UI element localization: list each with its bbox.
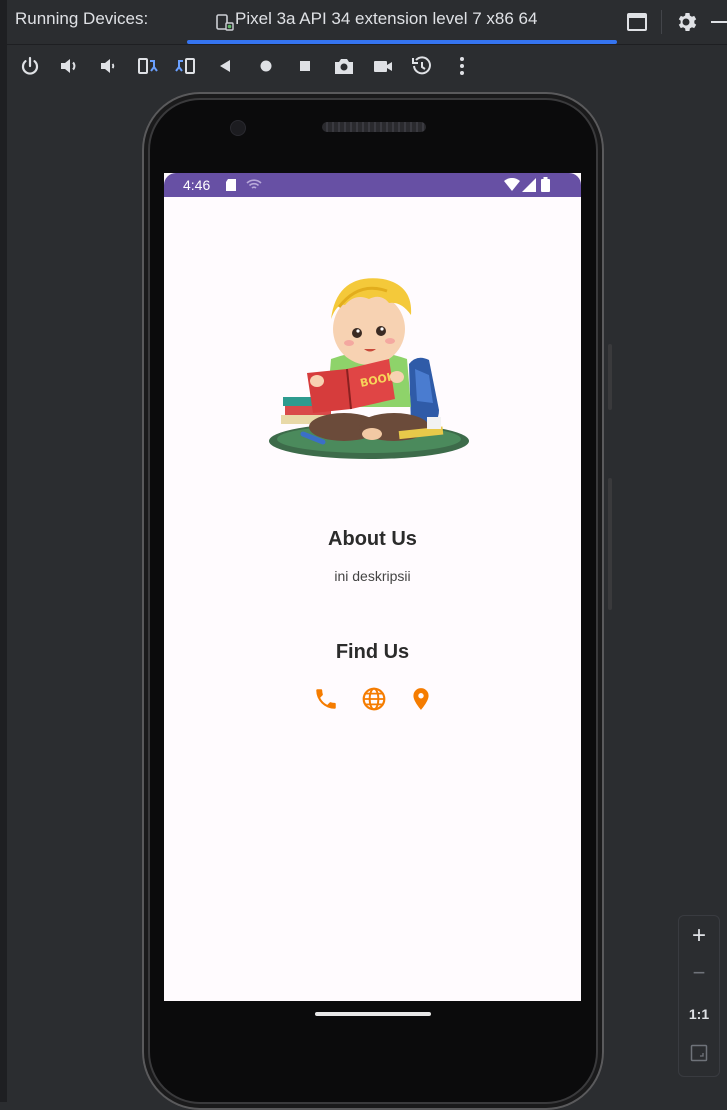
title-bar: Running Devices: Pixel 3a API 34 extensi… [7,0,727,45]
minimize-icon[interactable] [707,10,727,34]
device-screen[interactable]: 4:46 BOOK About Us ini deskripsii Find U… [164,173,581,1001]
home-icon[interactable] [255,55,277,77]
navigation-bar [164,1001,581,1061]
location-pin-icon[interactable] [408,686,434,712]
hotspot-icon [246,179,262,189]
gear-icon[interactable] [674,10,698,34]
find-us-heading: Find Us [335,641,410,663]
tool-window-title: Running Devices: [15,9,149,28]
fit-screen-icon[interactable] [690,1044,708,1062]
earpiece-speaker [322,122,426,132]
active-tab-indicator [187,40,617,44]
power-icon[interactable] [19,55,41,77]
zoom-controls: + − 1:1 [678,915,720,1077]
power-side-button[interactable] [608,344,612,410]
more-icon[interactable] [451,55,473,77]
window-restore-icon[interactable] [625,10,649,34]
battery-icon [541,177,550,192]
gesture-handle[interactable] [315,1012,431,1016]
divider [661,10,662,34]
screen-record-icon[interactable] [372,55,394,77]
rotate-right-icon[interactable] [175,55,197,77]
device-tab-label: Pixel 3a API 34 extension level 7 x86 64 [235,9,538,28]
device-tab[interactable]: Pixel 3a API 34 extension level 7 x86 64 [187,0,615,44]
screenshot-icon[interactable] [333,55,355,77]
about-us-heading: About Us [328,528,417,550]
rotate-left-icon[interactable] [136,55,158,77]
contact-icons [311,686,441,716]
left-edge [0,0,7,1102]
actual-size-button[interactable]: 1:1 [679,1006,719,1022]
status-bar: 4:46 [164,173,581,197]
status-time: 4:46 [183,177,211,193]
sd-card-icon [226,179,236,191]
about-us-description: ini deskripsii [334,568,411,584]
back-icon[interactable] [215,55,237,77]
volume-down-icon[interactable] [97,55,119,77]
device-icon [216,14,234,31]
emulator-toolbar [7,45,727,85]
globe-icon[interactable] [361,686,387,712]
front-camera [230,120,246,136]
snapshot-icon[interactable] [411,55,433,77]
zoom-out-button[interactable]: − [679,960,719,986]
phone-icon[interactable] [313,686,339,712]
overview-icon[interactable] [294,55,316,77]
wifi-icon [504,178,520,191]
boy-reading-book-illustration: BOOK [269,278,469,459]
volume-up-icon[interactable] [58,55,80,77]
volume-side-button[interactable] [608,478,612,610]
signal-icon [522,178,536,192]
zoom-in-button[interactable]: + [679,922,719,950]
